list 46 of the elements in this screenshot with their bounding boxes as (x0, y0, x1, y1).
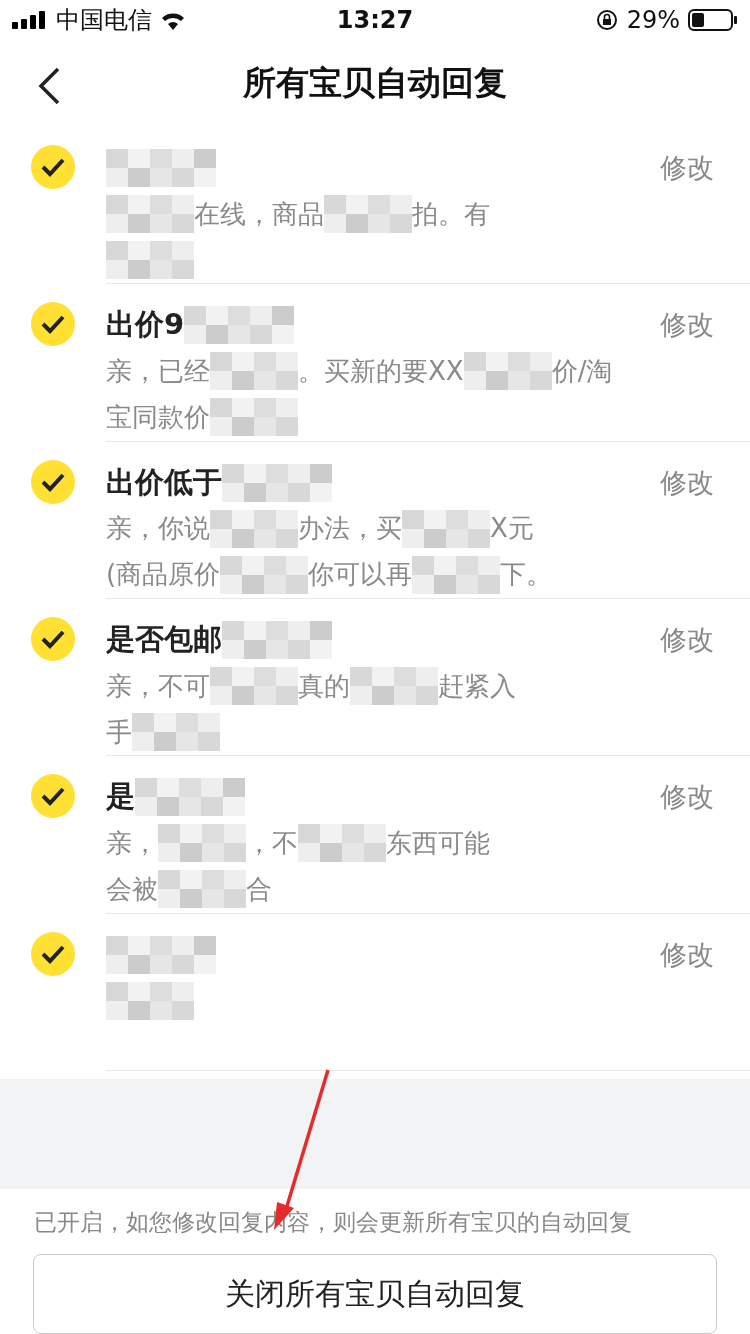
reply-text: ，不 (246, 826, 298, 860)
battery-percent: 29% (626, 5, 680, 34)
reply-text: 真的 (298, 669, 350, 703)
reply-text: 手 (106, 715, 132, 749)
page-title: 所有宝贝自动回复 (243, 61, 507, 104)
rotation-lock-icon (594, 7, 619, 32)
checkmark-icon[interactable] (31, 302, 75, 347)
checkmark-icon[interactable] (31, 931, 75, 976)
checkmark-icon[interactable] (31, 459, 75, 504)
reply-text: 价/淘 (551, 354, 613, 388)
reply-text: 亲，已经 (106, 354, 210, 388)
reply-text: 亲， (106, 826, 158, 860)
reply-text: 会被 (106, 872, 158, 906)
edit-link[interactable]: 修改 (660, 622, 714, 659)
edit-link[interactable]: 修改 (660, 779, 714, 816)
reply-text: 你可以再 (308, 558, 413, 592)
edit-link[interactable]: 修改 (660, 150, 714, 187)
reply-text: 亲，不可 (106, 669, 210, 703)
reply-title: 出价9 (106, 306, 185, 344)
disable-auto-reply-button[interactable]: 关闭所有宝贝自动回复 (33, 1254, 717, 1334)
checkmark-icon[interactable] (31, 774, 75, 819)
reply-title: 出价低于 (106, 463, 222, 501)
back-icon[interactable] (36, 67, 62, 106)
signal-icon (12, 10, 48, 29)
reply-text: (商品原价 (106, 558, 221, 592)
clock-time: 13:27 (336, 5, 414, 34)
reply-text: 亲，你说 (106, 512, 210, 546)
edit-link[interactable]: 修改 (660, 464, 714, 501)
reply-title: 是 (106, 778, 135, 816)
reply-text: X元 (490, 512, 534, 546)
reply-text: 合 (246, 872, 272, 906)
reply-text: 东西可能 (386, 826, 490, 860)
carrier-name: 中国电信 (56, 4, 152, 36)
reply-title: 是否包邮 (106, 621, 222, 659)
reply-text: 在线，商品 (194, 197, 324, 231)
reply-text: 宝同款价 (106, 400, 210, 434)
reply-text: 拍。有 (412, 197, 490, 231)
reply-text: 。买新的要XX (298, 354, 464, 388)
checkmark-icon[interactable] (31, 145, 75, 190)
reply-text: 赶紧入 (438, 669, 516, 703)
battery-icon (688, 8, 738, 31)
reply-text: 办法，买 (298, 512, 402, 546)
edit-link[interactable]: 修改 (660, 936, 714, 973)
reply-text: 下。 (500, 558, 553, 592)
checkmark-icon[interactable] (31, 617, 75, 662)
edit-link[interactable]: 修改 (660, 307, 714, 344)
